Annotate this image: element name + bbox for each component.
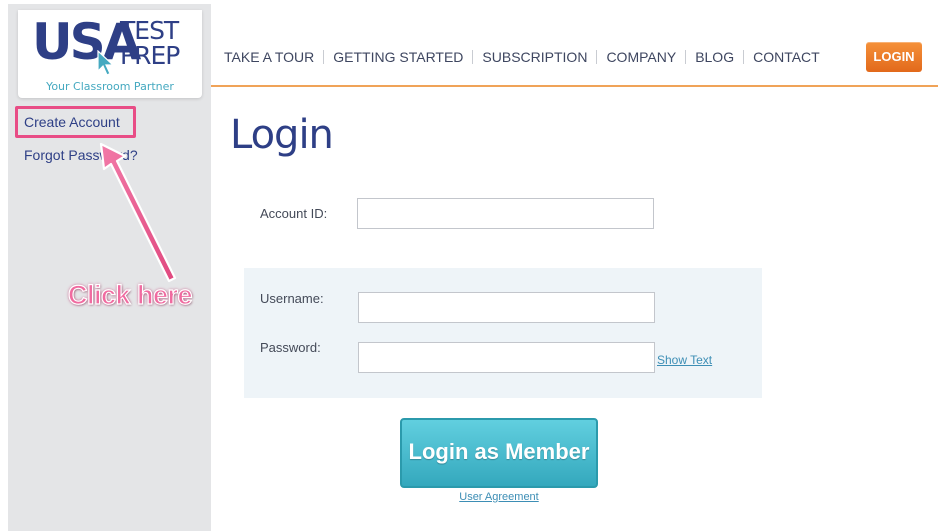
nav-item-company[interactable]: COMPANY bbox=[606, 49, 676, 65]
site-logo[interactable]: USA TEST PREP Your Classroom Partner bbox=[18, 10, 202, 98]
login-as-member-button[interactable]: Login as Member bbox=[400, 418, 598, 488]
cursor-icon bbox=[97, 50, 115, 76]
nav-item-getting-started[interactable]: GETTING STARTED bbox=[333, 49, 463, 65]
nav-divider bbox=[743, 50, 745, 64]
username-label: Username: bbox=[260, 291, 324, 306]
username-input[interactable] bbox=[358, 292, 655, 323]
login-page: USA TEST PREP Your Classroom Partner Cre… bbox=[0, 0, 938, 531]
main-nav: TAKE A TOUR GETTING STARTED SUBSCRIPTION… bbox=[224, 49, 820, 65]
nav-item-subscription[interactable]: SUBSCRIPTION bbox=[482, 49, 587, 65]
annotation-arrow-icon bbox=[99, 142, 177, 283]
annotation-highlight-box bbox=[15, 106, 136, 138]
annotation-callout: Click here bbox=[67, 279, 193, 310]
nav-item-take-a-tour[interactable]: TAKE A TOUR bbox=[224, 49, 314, 65]
nav-item-blog[interactable]: BLOG bbox=[695, 49, 734, 65]
user-agreement-link[interactable]: User Agreement bbox=[400, 491, 598, 503]
password-label: Password: bbox=[260, 340, 321, 355]
nav-item-contact[interactable]: CONTACT bbox=[753, 49, 820, 65]
account-id-label: Account ID: bbox=[260, 206, 328, 221]
header-login-button[interactable]: LOGIN bbox=[866, 42, 922, 72]
password-input[interactable] bbox=[358, 342, 655, 373]
nav-divider bbox=[323, 50, 325, 64]
page-title: Login bbox=[230, 112, 334, 158]
show-text-link[interactable]: Show Text bbox=[657, 353, 712, 367]
account-id-input[interactable] bbox=[357, 198, 654, 229]
header-divider bbox=[211, 85, 938, 87]
logo-prep-text: PREP bbox=[120, 41, 180, 70]
nav-divider bbox=[472, 50, 474, 64]
logo-tagline: Your Classroom Partner bbox=[46, 80, 174, 93]
nav-divider bbox=[596, 50, 598, 64]
nav-divider bbox=[685, 50, 687, 64]
credentials-panel bbox=[244, 268, 762, 398]
